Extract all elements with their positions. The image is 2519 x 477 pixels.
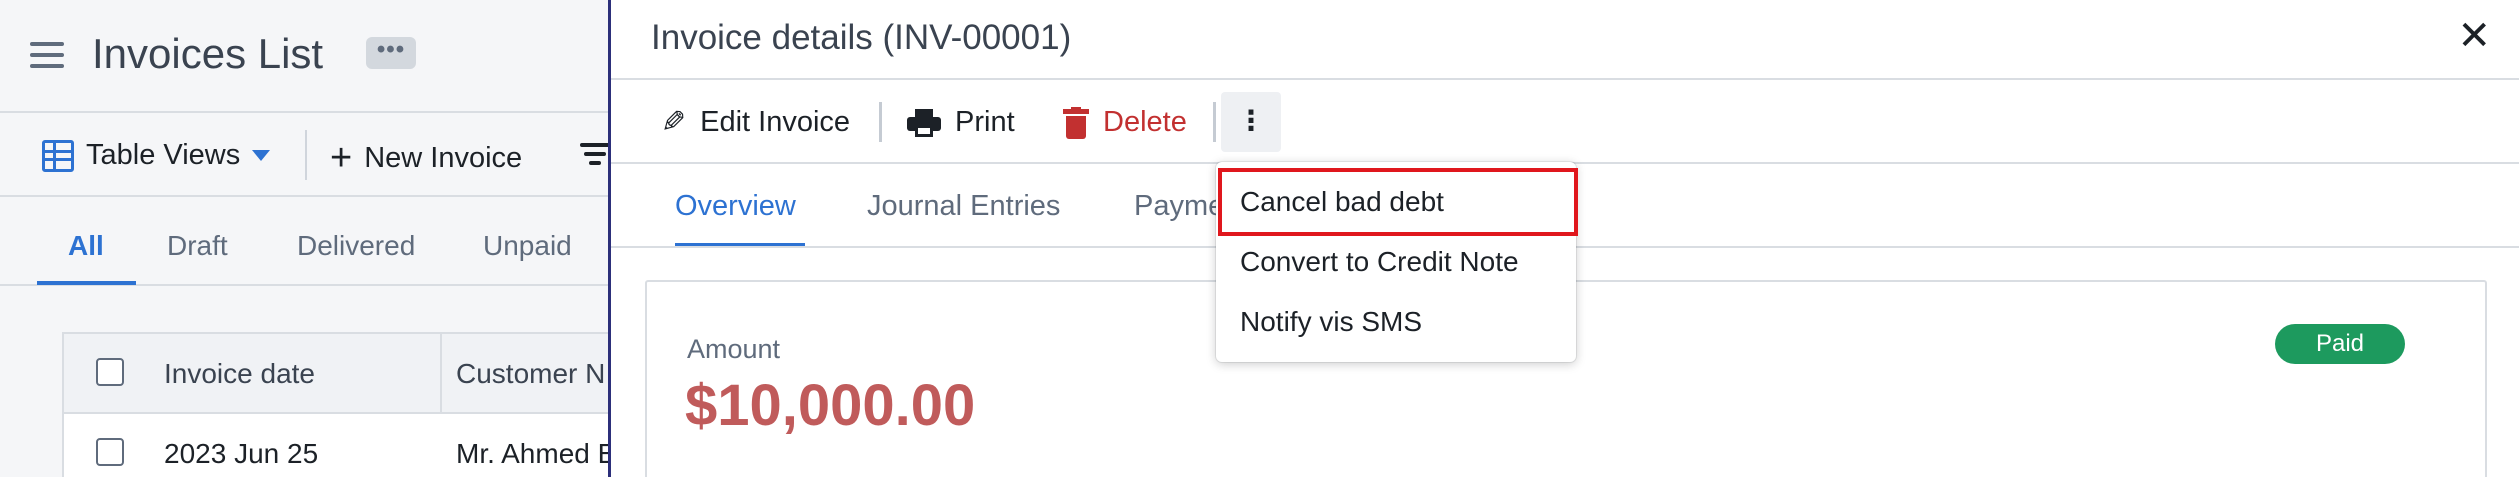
- tab-overview[interactable]: Overview: [675, 190, 796, 223]
- invoices-table: Invoice date Customer N 2023 Jun 25 Mr. …: [62, 332, 622, 477]
- amount-label: Amount: [687, 334, 781, 364]
- column-header-customer[interactable]: Customer N: [456, 358, 605, 390]
- customer-cell: Mr. Ahmed E: [456, 438, 617, 469]
- print-button[interactable]: Print: [907, 106, 1015, 139]
- more-options-button[interactable]: •••: [366, 37, 416, 69]
- tab-journal-entries[interactable]: Journal Entries: [867, 190, 1060, 223]
- trash-icon: [1063, 106, 1089, 139]
- page-header: Invoices List •••: [0, 0, 610, 113]
- toolbar-divider: [305, 130, 307, 180]
- table-views-label: Table Views: [86, 139, 241, 171]
- filter-icon[interactable]: [580, 143, 610, 170]
- new-invoice-button[interactable]: + New Invoice: [330, 139, 522, 177]
- table-views-button[interactable]: Table Views: [42, 139, 271, 172]
- invoice-date-cell: 2023 Jun 25: [164, 438, 319, 469]
- status-badge: Paid: [2275, 324, 2405, 364]
- tab-draft[interactable]: Draft: [167, 230, 228, 262]
- drawer-title: Invoice details (INV-00001): [651, 18, 1072, 57]
- menu-item-notify-sms[interactable]: Notify vis SMS: [1240, 306, 1422, 338]
- hamburger-menu-icon[interactable]: [30, 42, 64, 70]
- close-icon[interactable]: ✕: [2457, 16, 2491, 56]
- edit-invoice-label: Edit Invoice: [700, 106, 851, 138]
- menu-item-cancel-bad-debt[interactable]: Cancel bad debt: [1240, 186, 1444, 218]
- edit-invoice-button[interactable]: ✎ Edit Invoice: [661, 106, 850, 139]
- delete-button[interactable]: Delete: [1063, 106, 1187, 139]
- caret-down-icon: [252, 150, 271, 161]
- table-icon: [42, 139, 74, 172]
- tab-payments[interactable]: Payme: [1134, 190, 1224, 223]
- tab-unpaid[interactable]: Unpaid: [483, 230, 572, 262]
- list-tabs: All Draft Delivered Unpaid: [0, 198, 610, 286]
- print-icon: [907, 108, 941, 137]
- action-divider: [1213, 102, 1216, 142]
- tab-delivered[interactable]: Delivered: [297, 230, 415, 262]
- page-title: Invoices List: [92, 30, 324, 77]
- column-header-invoice-date[interactable]: Invoice date: [164, 358, 315, 390]
- plus-icon: +: [330, 137, 353, 179]
- new-invoice-label: New Invoice: [364, 141, 523, 174]
- amount-value: $10,000.00: [685, 373, 976, 438]
- print-label: Print: [955, 106, 1015, 138]
- drawer-actions: ✎ Edit Invoice Print Delete ⋮: [611, 80, 2519, 162]
- select-all-checkbox[interactable]: [96, 358, 124, 386]
- more-actions-button[interactable]: ⋮: [1221, 92, 1281, 152]
- more-actions-menu: Cancel bad debt Convert to Credit Note N…: [1216, 162, 1578, 362]
- tab-all[interactable]: All: [68, 230, 104, 262]
- action-divider: [879, 102, 882, 142]
- row-checkbox[interactable]: [96, 438, 124, 466]
- active-tab-indicator: [37, 281, 136, 285]
- delete-label: Delete: [1103, 106, 1187, 138]
- column-divider[interactable]: [440, 334, 442, 414]
- invoices-page: Invoices List ••• Table Views + New Invo…: [0, 0, 622, 477]
- table-header: Invoice date Customer N: [64, 334, 620, 414]
- menu-item-convert-to-credit-note[interactable]: Convert to Credit Note: [1240, 246, 1519, 278]
- pencil-icon: ✎: [661, 105, 687, 139]
